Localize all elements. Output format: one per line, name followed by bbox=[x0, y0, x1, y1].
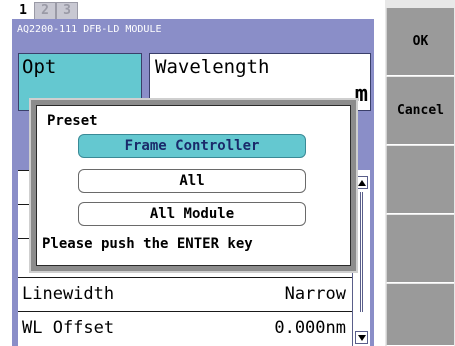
wl-offset-value: 0.000nm bbox=[274, 318, 346, 338]
linewidth-label: Linewidth bbox=[22, 284, 115, 304]
ok-button[interactable]: OK bbox=[386, 8, 454, 76]
list-item-wl-offset[interactable]: WL Offset 0.000nm bbox=[18, 311, 352, 345]
softkey-3[interactable] bbox=[386, 146, 454, 214]
preset-dialog-body: Preset Frame Controller All All Module P… bbox=[36, 105, 351, 266]
softkey-4[interactable] bbox=[386, 215, 454, 283]
tab-3[interactable]: 3 bbox=[56, 2, 78, 19]
all-module-button[interactable]: All Module bbox=[78, 202, 306, 226]
wl-offset-label: WL Offset bbox=[22, 318, 115, 338]
module-title: AQ2200-111 DFB-LD MODULE bbox=[17, 24, 162, 35]
module-panel: AQ2200-111 DFB-LD MODULE Opt Wavelength … bbox=[12, 19, 374, 346]
list-item-linewidth[interactable]: Linewidth Narrow bbox=[18, 277, 352, 311]
preset-dialog-title: Preset bbox=[47, 113, 98, 129]
opt-label: Opt bbox=[22, 56, 57, 78]
tab-strip: 1 2 3 bbox=[12, 2, 78, 19]
softkey-column: OK Cancel bbox=[385, 0, 455, 346]
preset-dialog-message: Please push the ENTER key bbox=[42, 236, 253, 252]
cancel-button[interactable]: Cancel bbox=[386, 77, 454, 145]
frame-controller-button[interactable]: Frame Controller bbox=[78, 134, 306, 158]
softkey-5[interactable] bbox=[386, 284, 454, 346]
wavelength-label: Wavelength bbox=[155, 56, 270, 78]
all-button[interactable]: All bbox=[78, 169, 306, 193]
tab-2[interactable]: 2 bbox=[34, 2, 56, 19]
preset-dialog: Preset Frame Controller All All Module P… bbox=[29, 98, 358, 273]
linewidth-value: Narrow bbox=[284, 284, 346, 304]
scroll-down-icon[interactable] bbox=[355, 331, 368, 344]
scroll-track[interactable] bbox=[360, 192, 363, 312]
tab-1[interactable]: 1 bbox=[12, 2, 34, 19]
